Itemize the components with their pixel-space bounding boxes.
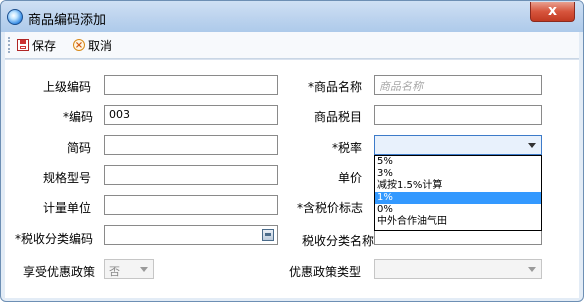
code-value: 003 (109, 108, 130, 121)
app-icon (7, 9, 23, 25)
tax-rate-select[interactable] (374, 135, 542, 155)
save-label: 保存 (32, 38, 57, 53)
tax-rate-option-selected[interactable]: 1% (375, 192, 541, 204)
tax-item-label: 商品税目 (314, 110, 363, 124)
unit-input[interactable] (104, 195, 278, 215)
window-title: 商品编码添加 (28, 13, 107, 28)
chevron-down-icon[interactable] (528, 267, 536, 272)
cancel-button[interactable]: × 取消 (73, 36, 112, 54)
product-name-input[interactable]: 商品名称 (374, 75, 542, 95)
policy-type-select[interactable] (374, 259, 542, 279)
picker-icon[interactable] (262, 229, 274, 241)
code-input[interactable]: 003 (104, 105, 278, 125)
preferential-label: 享受优惠政策 (23, 265, 96, 279)
tax-rate-option[interactable]: 减按1.5%计算 (375, 180, 541, 192)
parent-code-input[interactable] (104, 75, 278, 95)
tax-class-code-input[interactable] (104, 225, 278, 245)
cancel-label: 取消 (88, 38, 113, 53)
code-label: *编码 (63, 110, 94, 124)
product-name-label: *商品名称 (308, 80, 363, 94)
tax-rate-option[interactable]: 3% (375, 168, 541, 180)
tax-rate-label: *税率 (332, 141, 363, 155)
unit-price-label: 单价 (338, 171, 363, 185)
spec-label: 规格型号 (43, 171, 92, 185)
tax-rate-option[interactable]: 中外合作油气田 (375, 216, 541, 228)
tax-class-name-label: 税收分类名称 (302, 234, 375, 248)
unit-label: 计量单位 (43, 201, 92, 215)
chevron-down-icon[interactable] (140, 267, 148, 272)
policy-type-label: 优惠政策类型 (289, 265, 362, 279)
tax-rate-option[interactable]: 5% (375, 156, 541, 168)
save-button[interactable]: 保存 (17, 36, 56, 54)
parent-code-label: 上级编码 (43, 80, 92, 94)
save-icon (17, 39, 29, 51)
preferential-select[interactable]: 否 (104, 259, 154, 279)
close-button[interactable]: x (530, 2, 575, 22)
tax-rate-dropdown: 5% 3% 减按1.5%计算 1% 0% 中外合作油气田 (374, 155, 542, 231)
dialog-window: 商品编码添加 x 保存 × 取消 上级编码 *商品名称 商品名称 *编码 003… (0, 0, 584, 302)
toolbar-grip (8, 37, 13, 53)
short-code-label: 简码 (67, 141, 92, 155)
title-bar: 商品编码添加 x (1, 1, 583, 32)
chevron-down-icon[interactable] (528, 143, 536, 148)
cancel-icon: × (73, 39, 85, 51)
toolbar: 保存 × 取消 (5, 32, 579, 59)
product-name-placeholder: 商品名称 (379, 80, 423, 93)
tax-rate-option[interactable]: 0% (375, 204, 541, 216)
tax-class-code-label: *税收分类编码 (15, 232, 94, 246)
preferential-value: 否 (109, 265, 120, 278)
spec-input[interactable] (104, 165, 278, 185)
tax-included-label: *含税价标志 (297, 201, 364, 215)
tax-item-input[interactable] (374, 105, 542, 125)
short-code-input[interactable] (104, 135, 278, 155)
